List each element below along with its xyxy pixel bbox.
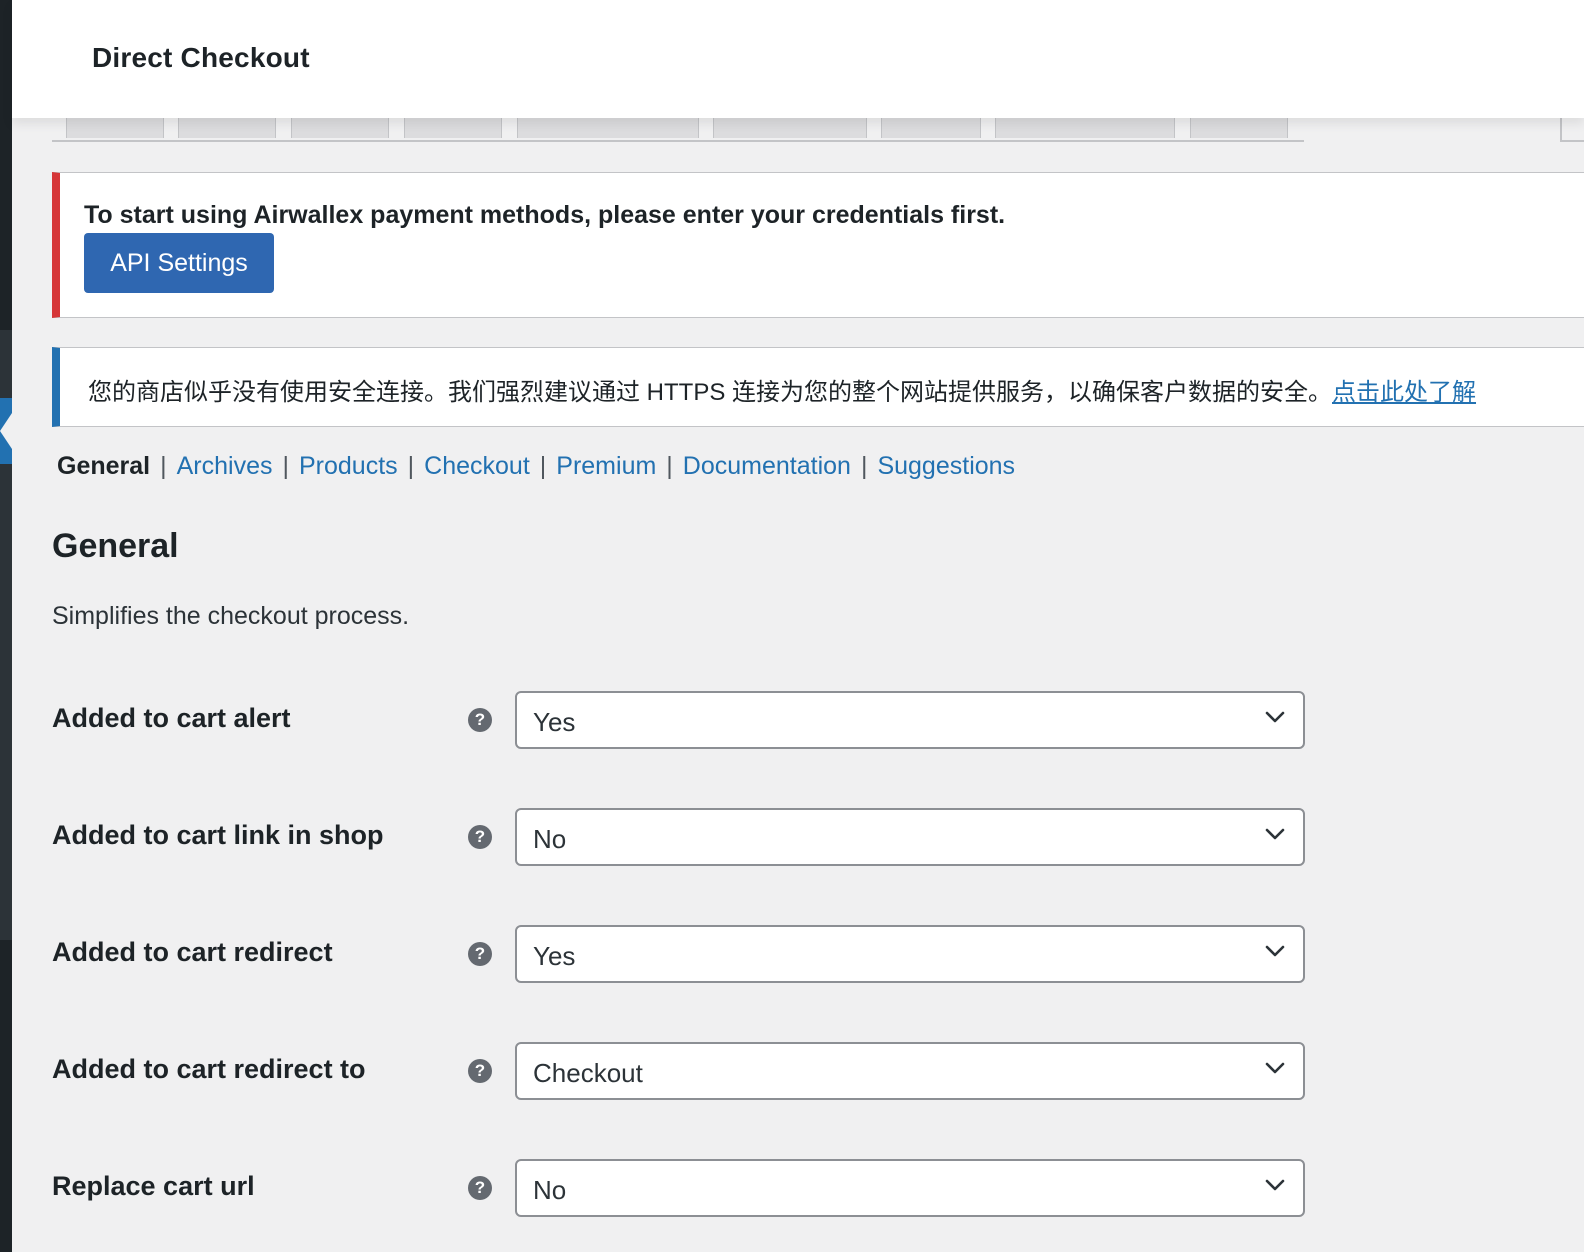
nav-tab[interactable] <box>66 118 164 138</box>
question-circle-icon[interactable]: ? <box>468 1176 492 1200</box>
question-circle-icon[interactable]: ? <box>468 708 492 732</box>
nav-tab[interactable] <box>404 118 502 138</box>
setting-label: Added to cart redirect to <box>52 1054 366 1084</box>
chevron-down-icon <box>1265 1179 1285 1191</box>
select-value: Checkout <box>533 1058 643 1088</box>
select-value: Yes <box>533 941 576 971</box>
chevron-down-icon <box>1265 945 1285 957</box>
section-description: Simplifies the checkout process. <box>52 602 410 630</box>
https-info-notice: 您的商店似乎没有使用安全连接。我们强烈建议通过 HTTPS 连接为您的整个网站提… <box>52 347 1584 427</box>
question-circle-icon[interactable]: ? <box>468 942 492 966</box>
added-to-cart-redirect-to-select[interactable]: Checkout <box>515 1042 1305 1100</box>
nav-tab-strip-edge <box>1560 118 1584 142</box>
subnav-item-archives[interactable]: Archives <box>177 452 273 480</box>
subnav-item-products[interactable]: Products <box>299 452 398 480</box>
nav-tab-strip <box>52 118 1304 142</box>
setting-row-replace-cart-url: Replace cart url ? No <box>52 1159 1312 1219</box>
nav-tab[interactable] <box>1190 118 1288 138</box>
question-circle-icon[interactable]: ? <box>468 1059 492 1083</box>
subnav-item-general[interactable]: General <box>57 452 150 480</box>
select-value: Yes <box>533 707 576 737</box>
subnav-separator: | <box>407 452 415 480</box>
admin-sidebar <box>0 0 12 1252</box>
error-notice: To start using Airwallex payment methods… <box>52 172 1584 318</box>
nav-tab[interactable] <box>881 118 981 138</box>
setting-label: Replace cart url <box>52 1171 255 1201</box>
chevron-down-icon <box>1265 711 1285 723</box>
section-title: General <box>52 527 179 565</box>
setting-row-added-to-cart-redirect: Added to cart redirect ? Yes <box>52 925 1312 985</box>
https-learn-more-link[interactable]: 点击此处了解 <box>1332 379 1476 406</box>
setting-row-added-to-cart-alert: Added to cart alert ? Yes <box>52 691 1312 751</box>
https-notice-text: 您的商店似乎没有使用安全连接。我们强烈建议通过 HTTPS 连接为您的整个网站提… <box>88 379 1333 406</box>
subnav-separator: | <box>666 452 673 480</box>
setting-row-added-to-cart-redirect-to: Added to cart redirect to ? Checkout <box>52 1042 1312 1102</box>
subnav-separator: | <box>160 452 167 480</box>
setting-row-added-to-cart-link-in-shop: Added to cart link in shop ? No <box>52 808 1312 868</box>
subnav-item-checkout[interactable]: Checkout <box>424 452 530 480</box>
subnav-item-suggestions[interactable]: Suggestions <box>877 452 1015 480</box>
chevron-down-icon <box>1265 1062 1285 1074</box>
question-circle-icon[interactable]: ? <box>468 825 492 849</box>
setting-label: Added to cart link in shop <box>52 820 384 850</box>
nav-tab[interactable] <box>517 118 699 138</box>
error-notice-text: To start using Airwallex payment methods… <box>84 201 1006 229</box>
added-to-cart-redirect-select[interactable]: Yes <box>515 925 1305 983</box>
select-value: No <box>533 824 567 854</box>
settings-subnav: General | Archives | Products | Checkout | Premi… <box>57 452 1015 481</box>
added-to-cart-alert-select[interactable]: Yes <box>515 691 1305 749</box>
nav-tab[interactable] <box>291 118 389 138</box>
replace-cart-url-select[interactable]: No <box>515 1159 1305 1217</box>
nav-tab[interactable] <box>995 118 1175 138</box>
select-value: No <box>533 1175 567 1205</box>
subnav-item-premium[interactable]: Premium <box>556 452 656 480</box>
sidebar-current-arrow-icon <box>0 413 12 449</box>
api-settings-button[interactable]: API Settings <box>84 233 274 293</box>
added-to-cart-link-in-shop-select[interactable]: No <box>515 808 1305 866</box>
chevron-down-icon <box>1265 828 1285 840</box>
setting-label: Added to cart alert <box>52 703 291 733</box>
subnav-item-documentation[interactable]: Documentation <box>683 452 851 480</box>
nav-tab[interactable] <box>178 118 276 138</box>
setting-label: Added to cart redirect <box>52 937 333 967</box>
nav-tab[interactable] <box>713 118 867 138</box>
subnav-separator: | <box>860 452 868 480</box>
page-title: Direct Checkout <box>92 42 310 73</box>
page-header: Direct Checkout <box>12 0 1584 118</box>
https-notice-text-wrapper: 您的商店似乎没有使用安全连接。我们强烈建议通过 HTTPS 连接为您的整个网站提… <box>88 372 1476 407</box>
subnav-separator: | <box>282 452 289 480</box>
subnav-separator: | <box>539 452 547 480</box>
